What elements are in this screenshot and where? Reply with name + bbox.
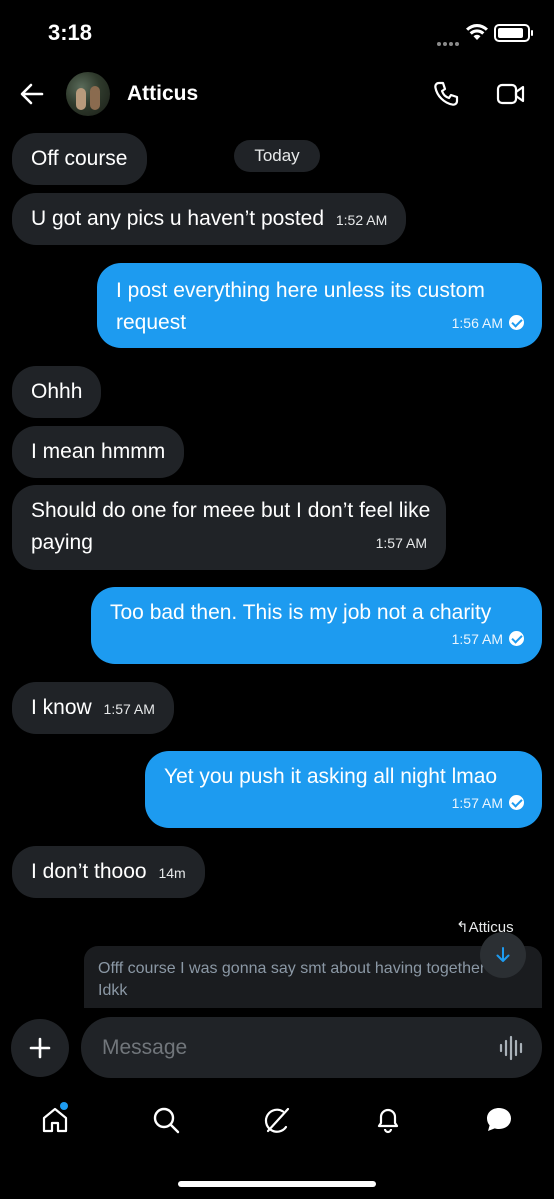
message-timestamp: 1:52 AM [335,212,388,228]
date-divider: Today [234,140,320,172]
voice-waveform-icon[interactable] [498,1034,526,1062]
search-icon [153,1107,180,1134]
message-text: Off course [31,147,128,170]
battery-icon [494,24,533,42]
message-timestamp: 1:57 AM [375,535,427,551]
message-input[interactable] [81,1017,542,1078]
home-indicator [178,1181,376,1187]
message-sent[interactable]: Yet you push it asking all night lmao 1:… [145,751,542,828]
grok-icon [264,1107,290,1133]
scroll-to-bottom-button[interactable] [480,932,526,978]
message-received[interactable]: I know 1:57 AM [12,682,174,734]
message-received[interactable]: Off course [12,133,147,185]
notification-dot [60,1102,68,1110]
message-timestamp: 1:57 AM [451,795,503,811]
message-timestamp: 1:57 AM [103,701,155,717]
tab-search[interactable] [148,1102,184,1138]
messages-icon [487,1108,511,1131]
tab-home[interactable] [37,1102,73,1138]
reply-quote[interactable]: Offf course I was gonna say smt about ha… [84,946,542,1008]
message-received[interactable]: U got any pics u haven’t posted 1:52 AM [12,193,407,245]
message-timestamp: 1:56 AM [451,315,503,331]
read-receipt-icon [509,795,524,810]
message-timestamp: 14m [158,865,186,881]
read-receipt-icon [509,631,524,646]
message-received[interactable]: Ohhh [12,366,102,418]
add-attachment-button[interactable] [11,1019,69,1077]
status-bar: 3:18 [0,0,554,66]
read-receipt-icon [509,315,524,330]
bottom-tab-bar [0,1090,554,1150]
reply-arrow-icon: ↰ [456,919,469,936]
message-meta: 1:56 AM [452,306,524,339]
plus-icon [29,1037,51,1059]
bell-icon [377,1108,399,1134]
scroll-down-arrow-icon [496,947,510,962]
message-timestamp: 1:57 AM [451,631,503,647]
tab-grok[interactable] [259,1102,295,1138]
tab-notifications[interactable] [370,1102,406,1138]
signal-dots-icon [437,33,463,46]
message-text: Should do one for meee but I don’t feel … [31,499,431,554]
video-icon[interactable] [496,82,526,106]
contact-name[interactable]: Atticus [127,82,198,106]
message-meta: 1:57 AM [452,622,524,655]
message-received[interactable]: I don’t thooo 14m [12,846,205,898]
phone-icon[interactable] [432,80,460,108]
message-sent[interactable]: Too bad then. This is my job not a chari… [91,587,542,664]
message-text: I don’t thooo [31,860,147,883]
message-text: Ohhh [31,380,83,403]
status-time: 3:18 [48,20,93,45]
tab-messages[interactable] [481,1102,517,1138]
message-sent[interactable]: I post everything here unless its custom… [97,263,542,348]
message-text: U got any pics u haven’t posted [31,207,325,230]
message-received[interactable]: Should do one for meee but I don’t feel … [12,485,446,570]
message-meta: 1:57 AM [452,786,524,819]
message-text: I know [31,696,92,719]
back-arrow-icon[interactable] [18,80,46,108]
conversation-header: Atticus [0,66,554,122]
wifi-icon [466,24,488,40]
message-text: I mean hmmm [31,440,166,463]
message-received[interactable]: I mean hmmm [12,426,185,478]
contact-avatar[interactable] [66,72,110,116]
